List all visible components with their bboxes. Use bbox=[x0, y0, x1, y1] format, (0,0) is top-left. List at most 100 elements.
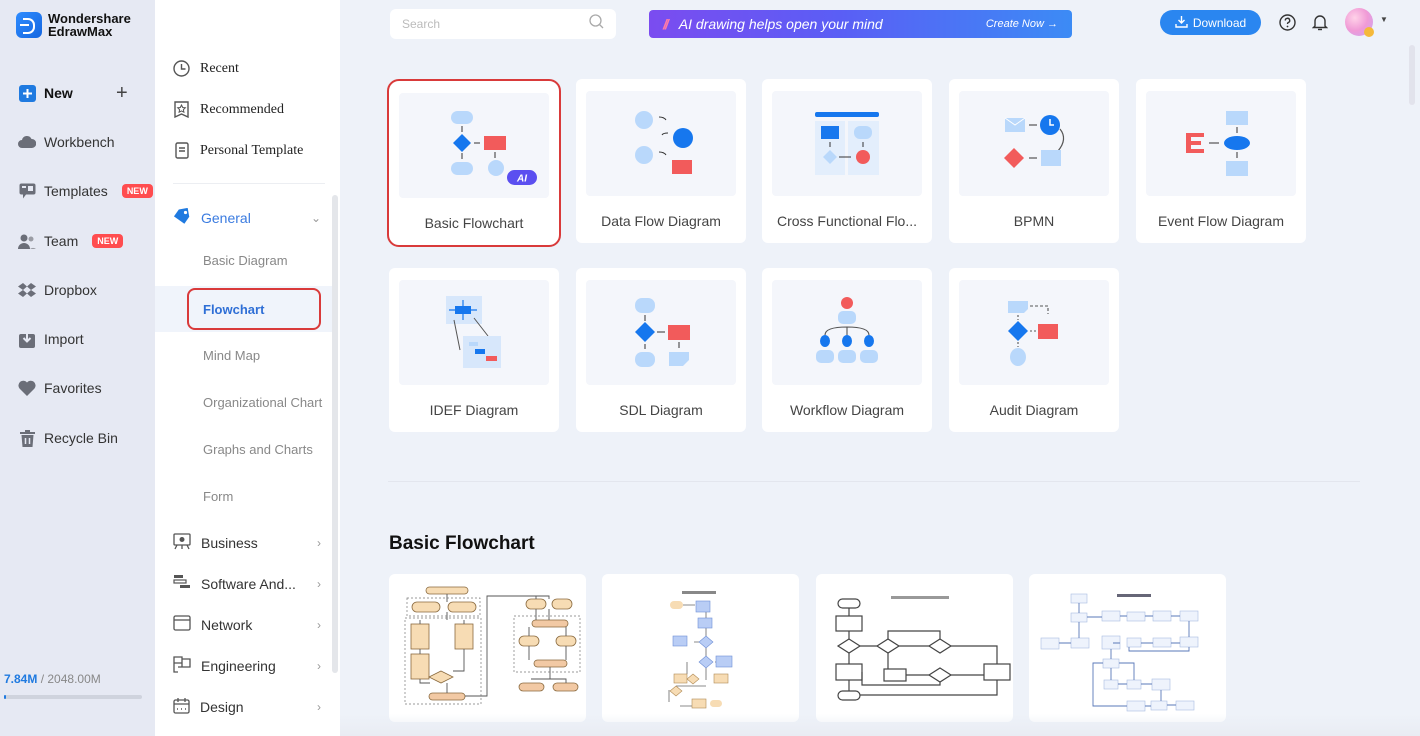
basic-flowchart-thumbnail: AI bbox=[399, 93, 549, 198]
diagram-card-data-flow[interactable]: Data Flow Diagram bbox=[576, 79, 746, 243]
category-scrollbar[interactable] bbox=[332, 195, 338, 673]
category-recent[interactable]: Recent bbox=[173, 60, 239, 77]
card-label: IDEF Diagram bbox=[429, 402, 519, 418]
sidebar-item-workbench[interactable]: Workbench bbox=[18, 133, 115, 151]
sidebar-item-team[interactable]: Team NEW bbox=[18, 232, 124, 250]
download-button[interactable]: Download bbox=[1160, 10, 1261, 35]
template-thumbnail bbox=[668, 591, 733, 709]
sidebar-item-label: Dropbox bbox=[44, 282, 97, 298]
app-logo[interactable]: Wondershare EdrawMax bbox=[16, 12, 131, 38]
category-panel: Recent Recommended Personal Template Gen… bbox=[155, 0, 340, 736]
diagram-card-workflow[interactable]: Workflow Diagram bbox=[762, 268, 932, 432]
document-icon bbox=[173, 142, 190, 159]
storage-total: 2048.00M bbox=[47, 672, 101, 686]
template-thumbnail bbox=[1040, 593, 1199, 712]
card-label: Cross Functional Flo... bbox=[776, 213, 918, 229]
bpmn-thumbnail bbox=[959, 91, 1109, 196]
ai-badge: AI bbox=[516, 174, 527, 185]
search-input[interactable] bbox=[402, 17, 589, 31]
search-icon[interactable] bbox=[589, 14, 604, 34]
category-sub-flowchart[interactable]: Flowchart bbox=[187, 288, 321, 330]
user-avatar[interactable] bbox=[1345, 8, 1374, 37]
event-flow-thumbnail bbox=[1146, 91, 1296, 196]
heart-icon bbox=[18, 379, 36, 397]
sidebar-item-new[interactable]: New bbox=[18, 84, 73, 102]
category-sub-mind-map[interactable]: Mind Map bbox=[203, 348, 260, 363]
card-label: BPMN bbox=[1013, 213, 1055, 229]
diagram-card-bpmn[interactable]: BPMN bbox=[949, 79, 1119, 243]
card-label: Data Flow Diagram bbox=[601, 213, 721, 229]
chevron-right-icon: › bbox=[317, 576, 321, 591]
trash-icon bbox=[18, 429, 36, 447]
sdl-thumbnail bbox=[586, 280, 736, 385]
storage-usage: 7.84M / 2048.00M bbox=[4, 672, 101, 686]
sidebar-item-label: Recycle Bin bbox=[44, 430, 118, 446]
category-sub-basic-diagram[interactable]: Basic Diagram bbox=[203, 253, 288, 268]
diagram-card-audit[interactable]: Audit Diagram bbox=[949, 268, 1119, 432]
card-label: Workflow Diagram bbox=[789, 402, 905, 418]
dropbox-icon bbox=[18, 281, 36, 299]
diagram-card-cross-functional[interactable]: Cross Functional Flo... bbox=[762, 79, 932, 243]
search-box[interactable] bbox=[390, 9, 616, 39]
template-card[interactable] bbox=[389, 574, 586, 722]
sidebar-item-templates[interactable]: Templates NEW bbox=[18, 182, 153, 200]
category-network[interactable]: Network › bbox=[173, 615, 321, 634]
category-sub-organizational-chart[interactable]: Organizational Chart bbox=[203, 395, 322, 410]
card-label: SDL Diagram bbox=[619, 402, 703, 418]
template-thumbnail bbox=[404, 586, 581, 705]
category-design[interactable]: Design › bbox=[173, 697, 321, 717]
diagram-card-sdl[interactable]: SDL Diagram bbox=[576, 268, 746, 432]
create-now-link[interactable]: Create Now → bbox=[986, 18, 1058, 30]
section-title: Basic Flowchart bbox=[389, 533, 535, 554]
diagram-card-event-flow[interactable]: Event Flow Diagram bbox=[1136, 79, 1306, 243]
caret-down-icon[interactable]: ▼ bbox=[1380, 15, 1388, 24]
template-card[interactable] bbox=[816, 574, 1013, 722]
category-general[interactable]: General ⌄ bbox=[173, 207, 321, 227]
design-icon bbox=[173, 697, 190, 717]
category-software[interactable]: Software And... › bbox=[173, 574, 321, 593]
template-card[interactable] bbox=[602, 574, 799, 722]
category-recommended[interactable]: Recommended bbox=[173, 101, 284, 118]
sidebar-item-dropbox[interactable]: Dropbox bbox=[18, 281, 97, 299]
storage-progress-bar bbox=[4, 695, 142, 699]
notification-bell-icon[interactable] bbox=[1310, 12, 1330, 32]
diagram-card-idef[interactable]: IDEF Diagram bbox=[389, 268, 559, 432]
sidebar-item-import[interactable]: Import bbox=[18, 330, 84, 348]
card-label: Audit Diagram bbox=[989, 402, 1079, 418]
category-engineering[interactable]: Engineering › bbox=[173, 656, 321, 676]
chevron-right-icon: › bbox=[317, 700, 321, 714]
new-label: New bbox=[44, 85, 73, 101]
category-sub-graphs-and-charts[interactable]: Graphs and Charts bbox=[203, 442, 313, 457]
card-label: Event Flow Diagram bbox=[1157, 213, 1285, 229]
chevron-right-icon: › bbox=[317, 617, 321, 632]
import-icon bbox=[18, 330, 36, 348]
template-card[interactable] bbox=[1029, 574, 1226, 722]
tag-icon bbox=[173, 207, 191, 227]
category-business[interactable]: Business › bbox=[173, 533, 321, 553]
help-icon[interactable] bbox=[1277, 12, 1297, 32]
cloud-icon bbox=[18, 133, 36, 151]
sidebar-item-favorites[interactable]: Favorites bbox=[18, 379, 102, 397]
category-personal-template[interactable]: Personal Template bbox=[173, 142, 303, 159]
main-scrollbar[interactable] bbox=[1409, 45, 1415, 105]
download-icon bbox=[1175, 15, 1188, 31]
category-divider bbox=[173, 183, 325, 184]
data-flow-thumbnail bbox=[586, 91, 736, 196]
category-sub-form[interactable]: Form bbox=[203, 489, 233, 504]
engineering-icon bbox=[173, 656, 191, 676]
presentation-icon bbox=[173, 533, 191, 553]
template-thumbnail bbox=[835, 596, 1011, 701]
new-badge: NEW bbox=[121, 184, 153, 198]
diagram-card-basic-flowchart[interactable]: AI Basic Flowchart bbox=[387, 79, 561, 247]
left-sidebar: Wondershare EdrawMax New + Workbench Tem… bbox=[0, 0, 155, 736]
team-icon bbox=[18, 232, 36, 250]
ai-promo-banner[interactable]: // AI drawing helps open your mind Creat… bbox=[649, 10, 1072, 38]
workflow-thumbnail bbox=[772, 280, 922, 385]
sidebar-item-label: Favorites bbox=[44, 380, 102, 396]
sidebar-item-recycle-bin[interactable]: Recycle Bin bbox=[18, 429, 118, 447]
cross-functional-thumbnail bbox=[772, 91, 922, 196]
scroll-fade bbox=[340, 714, 1420, 736]
add-plus-icon[interactable]: + bbox=[116, 83, 128, 103]
storage-progress-fill bbox=[4, 695, 7, 699]
audit-thumbnail bbox=[959, 280, 1109, 385]
